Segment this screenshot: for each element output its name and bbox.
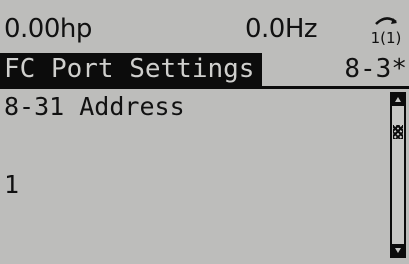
setup-indicator-icon: 1(1) [366, 12, 406, 47]
title-divider [0, 86, 409, 89]
power-readout: 0.00hp [4, 14, 92, 44]
scrollbar-thumb[interactable] [393, 125, 403, 139]
parameter-name: 8-31 Address [4, 92, 185, 121]
frequency-readout: 0.0Hz [245, 14, 318, 44]
setup-indicator-text: 1(1) [371, 29, 402, 46]
parameter-group-number: 8-3* [344, 54, 407, 84]
parameter-value[interactable]: 1 [4, 170, 19, 200]
page-title: FC Port Settings [0, 53, 263, 86]
title-bar: FC Port Settings 8-3* [0, 53, 409, 89]
scroll-down-icon[interactable] [392, 244, 404, 256]
lcp-display: 0.00hp 0.0Hz 1(1) FC Port Settings 8-3* … [0, 0, 409, 264]
scrollbar[interactable] [390, 92, 406, 258]
scroll-up-icon[interactable] [392, 94, 404, 106]
status-line: 0.00hp 0.0Hz 1(1) [0, 12, 409, 47]
